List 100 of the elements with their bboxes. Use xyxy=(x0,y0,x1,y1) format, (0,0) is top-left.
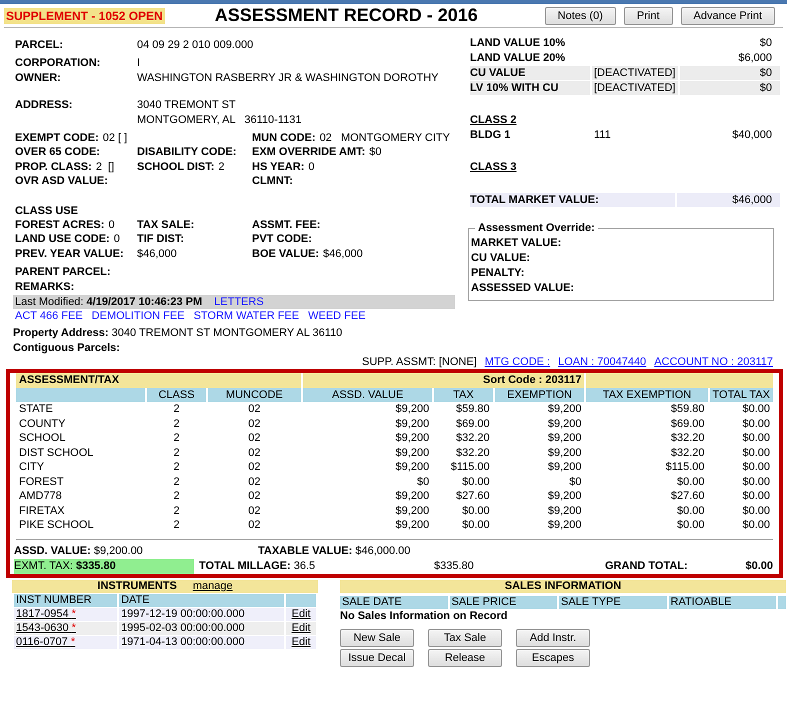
summary-text: TAXABLE VALUE: $46,000.00 xyxy=(258,544,410,559)
table-title: ASSESSMENT/TAX xyxy=(16,373,302,388)
column-header: TAX EXEMPTION xyxy=(586,388,708,402)
field-label: OVER 65 CODE: xyxy=(15,145,100,160)
table-cell-text: 2 xyxy=(172,460,181,475)
field-label: HS YEAR: xyxy=(252,160,304,174)
table-cell-text: $0 xyxy=(568,474,582,490)
exempt-tax-highlight: EXMT. TAX: $335.80 xyxy=(14,558,194,574)
table-cell-text: $115.00 xyxy=(450,460,491,475)
info-link[interactable]: LOAN : 70047440 xyxy=(558,356,646,370)
action-button[interactable]: Escapes xyxy=(516,648,590,667)
field-label: PARCEL: xyxy=(15,38,64,53)
table-cell-text: $9,200 xyxy=(546,489,582,504)
header-button[interactable]: Advance Print xyxy=(680,6,775,24)
total-market-value: $46,000 xyxy=(677,193,780,207)
letters-link[interactable]: LETTERS xyxy=(214,295,264,310)
column-header: SALE TYPE xyxy=(559,596,666,609)
table-cell-text: $9,200 xyxy=(546,446,582,460)
panel-legend: Assessment Override: xyxy=(475,221,598,236)
field-label: PVT CODE: xyxy=(252,232,312,247)
field-value: WASHINGTON RASBERRY JR & WASHINGTON DOROTHY xyxy=(137,71,439,86)
field-label: PENALTY: xyxy=(471,266,526,281)
table-cell-text: $9,200 xyxy=(394,431,430,446)
column-header: SALE DATE xyxy=(340,596,448,609)
field-value: 04 09 29 2 010 009.000 xyxy=(137,38,254,53)
action-button[interactable]: Tax Sale xyxy=(428,628,502,647)
header-button[interactable]: Print xyxy=(624,6,673,24)
table-cell-text: $0.00 xyxy=(741,431,771,446)
field-value: MONTGOMERY, AL 36110-1131 xyxy=(137,113,302,128)
column-header: MUNCODE xyxy=(208,388,302,402)
table-cell-text: $0.00 xyxy=(741,518,771,533)
table-cell-text: $32.20 xyxy=(455,446,491,460)
table-cell-text: STATE xyxy=(18,402,54,417)
table-cell-text: $0 xyxy=(416,474,430,490)
action-button[interactable]: Release xyxy=(428,648,502,667)
field-value: 0 xyxy=(308,160,314,174)
table-cell-text: $9,200 xyxy=(546,431,582,446)
table-cell-text: CITY xyxy=(18,460,46,475)
summary-text: $335.80 xyxy=(434,558,474,574)
column-header xyxy=(286,594,316,607)
table-cell-text: $0.00 xyxy=(676,504,706,518)
total-market-label: TOTAL MARKET VALUE: xyxy=(470,193,675,207)
fee-link[interactable]: ACT 466 FEE xyxy=(15,309,83,324)
table-cell-text: 2 xyxy=(172,431,181,446)
action-button[interactable]: Issue Decal xyxy=(340,648,414,667)
fee-link[interactable]: WEED FEE xyxy=(308,309,366,324)
class-heading: CLASS 2 xyxy=(470,113,518,128)
table-cell-text: $0.00 xyxy=(741,402,771,417)
building-code: 111 xyxy=(593,128,612,142)
land-label: LV 10% WITH CU xyxy=(470,81,590,95)
field-label: Contiguous Parcels: xyxy=(13,341,121,356)
header-button[interactable]: Notes (0) xyxy=(544,6,616,24)
field-value: 0 xyxy=(108,218,115,232)
table-cell-text: 02 xyxy=(247,518,262,533)
fee-link[interactable]: DEMOLITION FEE xyxy=(92,309,185,324)
land-value: $0 xyxy=(680,81,780,95)
field-label: ASSMT. FEE: xyxy=(252,218,320,232)
fee-link[interactable]: STORM WATER FEE xyxy=(194,309,300,324)
table-cell-text: COUNTY xyxy=(18,416,66,432)
info-link[interactable]: MTG CODE : xyxy=(484,356,550,370)
field-label: FOREST ACRES: xyxy=(15,218,104,232)
land-label: LAND VALUE 20% xyxy=(470,51,566,65)
section-header: SALES INFORMATION xyxy=(340,580,786,593)
table-cell-text: $9,200 xyxy=(394,460,430,475)
table-cell-text: 02 xyxy=(247,446,262,460)
table-cell-text: PIKE SCHOOL xyxy=(18,518,95,533)
field-label: MARKET VALUE: xyxy=(471,236,562,251)
field-label: OVR ASD VALUE: xyxy=(15,174,108,188)
field-label: ASSESSED VALUE: xyxy=(471,281,576,296)
field-label: LAND USE CODE: xyxy=(15,232,110,247)
table-cell-text: $9,200 xyxy=(394,489,430,504)
table-cell-text: 2 xyxy=(172,489,181,504)
table-cell-text: $32.20 xyxy=(455,431,491,446)
field-value: 0 xyxy=(114,232,120,247)
manage-link[interactable]: manage xyxy=(192,580,233,593)
table-cell-text: 02 xyxy=(247,402,262,417)
field-label: CLMNT: xyxy=(252,174,293,188)
field-value: 2 [] xyxy=(96,160,114,174)
table-cell-text: $115.00 xyxy=(664,460,706,475)
field-value: 2 xyxy=(218,160,225,174)
field-label: CORPORATION: xyxy=(15,56,102,71)
field-label: EXEMPT CODE: xyxy=(15,131,99,146)
action-button[interactable]: Add Instr. xyxy=(516,628,590,647)
action-button[interactable]: New Sale xyxy=(340,628,414,647)
table-cell-text: $9,200 xyxy=(546,416,582,432)
table-cell-text: $0.00 xyxy=(461,518,491,533)
table-cell-text: $9,200 xyxy=(546,518,582,533)
table-cell-text: 02 xyxy=(247,504,262,518)
field-label: PARENT PARCEL: xyxy=(15,265,112,280)
field-label: OWNER: xyxy=(15,71,62,86)
summary-text: ASSD. VALUE: $9,200.00 xyxy=(14,544,143,559)
supp-assessment-text: SUPP. ASSMT: [NONE] xyxy=(362,356,477,370)
table-cell-text: $9,200 xyxy=(394,402,430,417)
field-label: ADDRESS: xyxy=(15,98,74,113)
table-cell-text: 02 xyxy=(247,416,262,432)
field-label: TIF DIST: xyxy=(137,232,184,247)
field-label: BOE VALUE: xyxy=(252,246,320,262)
column-header: TOTAL TAX xyxy=(710,388,773,402)
info-link[interactable]: ACCOUNT NO : 203117 xyxy=(654,356,773,370)
table-cell-text: $9,200 xyxy=(394,416,430,432)
